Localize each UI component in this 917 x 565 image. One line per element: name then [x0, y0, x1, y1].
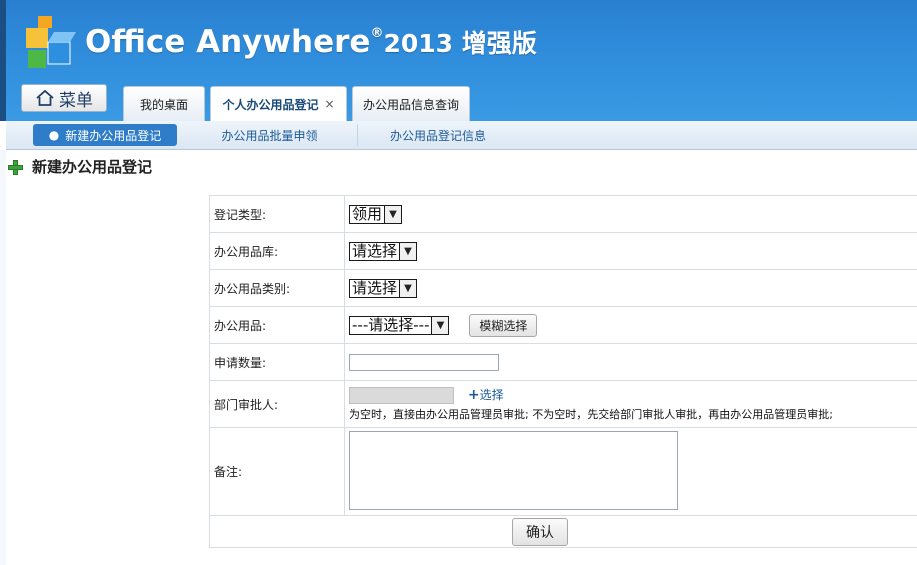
menu-button[interactable]: 菜单: [21, 84, 107, 112]
type-select[interactable]: 领用 ▼: [349, 204, 403, 224]
form-row-note: 备注:: [209, 427, 917, 516]
subnav-label: 办公用品登记信息: [389, 128, 486, 143]
category-cell: 请选择 ▼: [344, 269, 917, 307]
note-textarea[interactable]: [349, 430, 678, 510]
form-row-quantity: 申请数量:: [209, 343, 917, 381]
item-select-value: ---请选择---: [352, 315, 430, 334]
subnav-label: 办公用品批量申领: [221, 128, 318, 143]
approver-select-link[interactable]: +选择: [467, 387, 504, 403]
depot-cell: 请选择 ▼: [344, 232, 917, 270]
type-label: 登记类型:: [209, 195, 345, 233]
depot-select-value: 请选择: [352, 241, 398, 260]
form-row-item: 办公用品: ---请选择--- ▼ 模糊选择: [209, 306, 917, 344]
chevron-down-icon: ▼: [399, 279, 417, 297]
approver-select-label: 选择: [479, 388, 504, 402]
form-row-approver: 部门审批人: +选择 为空时，直接由办公用品管理员审批; 不为空时，先交给部门审…: [209, 380, 917, 428]
type-cell: 领用 ▼: [344, 195, 917, 233]
plus-icon: [8, 159, 23, 175]
app-title-main: Office Anywhere: [85, 24, 371, 60]
item-select[interactable]: ---请选择--- ▼: [349, 315, 450, 335]
category-select[interactable]: 请选择 ▼: [349, 278, 418, 298]
confirm-button[interactable]: 确认: [512, 517, 568, 546]
category-select-value: 请选择: [352, 278, 398, 297]
menu-label: 菜单: [59, 90, 93, 111]
registered-mark: ®: [370, 26, 384, 41]
app-header: Office Anywhere®2013 增强版 菜单 我的桌面 个人办公用品登…: [0, 0, 917, 121]
chevron-down-icon: ▼: [399, 242, 417, 260]
registration-form: 登记类型: 领用 ▼ 办公用品库: 请选择 ▼ 办公用品类别: 请选择 ▼ 办公…: [209, 195, 917, 548]
sub-navigation: ● 新建办公用品登记 办公用品批量申领 办公用品登记信息: [6, 121, 917, 150]
form-row-category: 办公用品类别: 请选择 ▼: [209, 269, 917, 307]
close-icon[interactable]: ×: [324, 97, 334, 111]
depot-label: 办公用品库:: [209, 232, 345, 270]
page-heading-text: 新建办公用品登记: [32, 158, 153, 176]
subnav-new-registration[interactable]: ● 新建办公用品登记: [33, 124, 177, 146]
chevron-down-icon: ▼: [431, 316, 449, 334]
home-icon: [36, 89, 54, 106]
form-row-submit: 确认: [209, 515, 917, 548]
quantity-input[interactable]: [349, 353, 499, 371]
approver-label: 部门审批人:: [209, 380, 345, 428]
approver-cell: +选择 为空时，直接由办公用品管理员审批; 不为空时，先交给部门审批人审批，再由…: [344, 380, 917, 428]
note-cell: [344, 427, 917, 516]
subnav-label: 新建办公用品登记: [65, 128, 162, 143]
note-label: 备注:: [209, 427, 345, 516]
subnav-batch-request[interactable]: 办公用品批量申领: [182, 124, 358, 146]
quantity-label: 申请数量:: [209, 343, 345, 381]
left-strip: [0, 150, 6, 565]
category-label: 办公用品类别:: [209, 269, 345, 307]
tab-personal-office-supplies[interactable]: 个人办公用品登记 ×: [210, 86, 347, 121]
fuzzy-select-button[interactable]: 模糊选择: [469, 313, 538, 337]
type-select-value: 领用: [352, 204, 383, 223]
chevron-down-icon: ▼: [384, 205, 402, 223]
page-title: 新建办公用品登记: [8, 156, 152, 177]
form-row-type: 登记类型: 领用 ▼: [209, 195, 917, 233]
app-title-version: 2013 增强版: [383, 29, 537, 58]
tab-supplies-query[interactable]: 办公用品信息查询: [352, 86, 470, 121]
depot-select[interactable]: 请选择 ▼: [349, 241, 418, 261]
tab-label: 我的桌面: [139, 97, 188, 112]
item-label: 办公用品:: [209, 306, 345, 344]
item-cell: ---请选择--- ▼ 模糊选择: [344, 306, 917, 344]
approver-hint: 为空时，直接由办公用品管理员审批; 不为空时，先交给部门审批人审批，再由办公用品…: [349, 408, 833, 421]
form-row-depot: 办公用品库: 请选择 ▼: [209, 232, 917, 270]
app-title: Office Anywhere®2013 增强版: [85, 24, 537, 60]
office-logo-icon: [26, 16, 76, 68]
tab-label: 办公用品信息查询: [362, 97, 459, 112]
tab-my-desktop[interactable]: 我的桌面: [123, 86, 205, 121]
submit-cell: 确认: [209, 515, 917, 548]
bullet-icon: ●: [48, 128, 60, 142]
plus-icon: +: [467, 387, 480, 403]
approver-field[interactable]: [349, 387, 454, 404]
quantity-cell: [344, 343, 917, 381]
subnav-registration-info[interactable]: 办公用品登记信息: [358, 124, 518, 146]
tab-label: 个人办公用品登记: [222, 97, 319, 112]
